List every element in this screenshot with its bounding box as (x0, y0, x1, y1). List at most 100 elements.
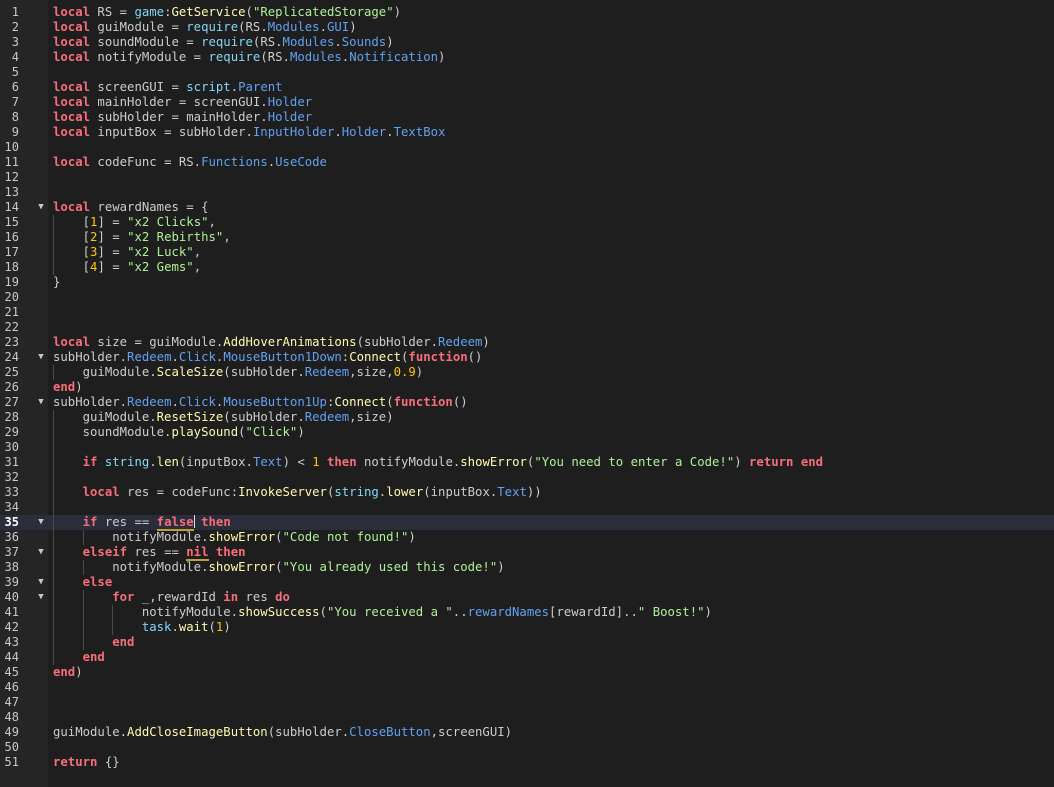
code-line-26[interactable]: 26 end) (0, 380, 1054, 395)
code-line-50[interactable]: 50 (0, 740, 1054, 755)
code-line-42[interactable]: 42 task.wait(1) (0, 620, 1054, 635)
code-line-1[interactable]: 1 local RS = game:GetService("ReplicatedS… (0, 5, 1054, 20)
code-line-39[interactable]: 39 ▼ else (0, 575, 1054, 590)
code-line-23[interactable]: 23 local size = guiModule.AddHoverAnimati… (0, 335, 1054, 350)
line-number: 27 (4, 395, 19, 409)
code-line-18[interactable]: 18 [4] = "x2 Gems", (0, 260, 1054, 275)
code-text: [4] = "x2 Gems", (53, 260, 202, 274)
line-number: 22 (4, 320, 19, 334)
indent-guide (82, 530, 84, 545)
code-line-49[interactable]: 49 guiModule.AddCloseImageButton(subHolde… (0, 725, 1054, 740)
code-line-12[interactable]: 12 (0, 170, 1054, 185)
fold-toggle-icon[interactable]: ▼ (36, 575, 46, 590)
code-line-37[interactable]: 37 ▼ elseif res == nil then (0, 545, 1054, 561)
code-line-46[interactable]: 46 (0, 680, 1054, 695)
code-text: local guiModule = require(RS.Modules.GUI… (53, 20, 357, 34)
code-line-28[interactable]: 28 guiModule.ResetSize(subHolder.Redeem,… (0, 410, 1054, 425)
code-line-2[interactable]: 2 local guiModule = require(RS.Modules.GU… (0, 20, 1054, 35)
code-text: guiModule.ScaleSize(subHolder.Redeem,siz… (53, 365, 424, 379)
code-line-17[interactable]: 17 [3] = "x2 Luck", (0, 245, 1054, 260)
code-text: if string.len(inputBox.Text) < 1 then no… (82, 455, 824, 469)
code-line-11[interactable]: 11 local codeFunc = RS.Functions.UseCode (0, 155, 1054, 170)
code-line-38[interactable]: 38 notifyModule.showError("You already u… (0, 560, 1054, 575)
code-line-40[interactable]: 40 ▼ for _,rewardId in res do (0, 590, 1054, 605)
line-number: 9 (11, 125, 19, 139)
code-line-35[interactable]: 35 ▼ if res == false then (0, 515, 1054, 531)
code-text: } (53, 275, 61, 289)
code-line-41[interactable]: 41 notifyModule.showSuccess("You receive… (0, 605, 1054, 620)
code-line-14[interactable]: 14 ▼ local rewardNames = { (0, 200, 1054, 215)
line-number: 13 (4, 185, 19, 199)
code-line-13[interactable]: 13 (0, 185, 1054, 200)
code-line-9[interactable]: 9 local inputBox = subHolder.InputHolder.… (0, 125, 1054, 140)
code-line-36[interactable]: 36 notifyModule.showError("Code not foun… (0, 530, 1054, 545)
line-number: 23 (4, 335, 19, 349)
indent-guide (112, 605, 114, 635)
code-line-51[interactable]: 51 return {} (0, 755, 1054, 770)
code-text: notifyModule.showSuccess("You received a… (53, 605, 712, 619)
text-cursor (193, 515, 195, 528)
code-text: [1] = "x2 Clicks", (53, 215, 216, 229)
line-number: 25 (4, 365, 19, 379)
line-number: 29 (4, 425, 19, 439)
code-line-33[interactable]: 33 local res = codeFunc:InvokeServer(str… (0, 485, 1054, 500)
line-number: 47 (4, 695, 19, 709)
code-text: task.wait(1) (141, 620, 231, 634)
code-line-29[interactable]: 29 soundModule.playSound("Click") (0, 425, 1054, 440)
line-number: 51 (4, 755, 19, 769)
fold-toggle-icon[interactable]: ▼ (36, 395, 46, 410)
line-number: 28 (4, 410, 19, 424)
line-number: 44 (4, 650, 19, 664)
line-number: 16 (4, 230, 19, 244)
code-text: local subHolder = mainHolder.Holder (53, 110, 313, 124)
code-line-4[interactable]: 4 local notifyModule = require(RS.Modules… (0, 50, 1054, 65)
fold-toggle-icon[interactable]: ▼ (36, 590, 46, 605)
fold-toggle-icon[interactable]: ▼ (36, 200, 46, 215)
code-line-24[interactable]: 24 ▼ subHolder.Redeem.Click.MouseButton1Do… (0, 350, 1054, 365)
code-text: if res == false then (82, 515, 231, 531)
code-line-27[interactable]: 27 ▼ subHolder.Redeem.Click.MouseButton1Up… (0, 395, 1054, 410)
code-text: local soundModule = require(RS.Modules.S… (53, 35, 394, 49)
code-text: local rewardNames = { (53, 200, 209, 214)
code-line-25[interactable]: 25 guiModule.ScaleSize(subHolder.Redeem,… (0, 365, 1054, 380)
code-line-47[interactable]: 47 (0, 695, 1054, 710)
indent-guide (53, 410, 54, 665)
fold-toggle-icon[interactable]: ▼ (36, 515, 46, 530)
line-number: 15 (4, 215, 19, 229)
line-number: 2 (11, 20, 19, 34)
line-number: 40 (4, 590, 19, 604)
code-line-7[interactable]: 7 local mainHolder = screenGUI.Holder (0, 95, 1054, 110)
code-line-15[interactable]: 15 [1] = "x2 Clicks", (0, 215, 1054, 230)
code-line-44[interactable]: 44 end (0, 650, 1054, 665)
code-editor[interactable]: 1 local RS = game:GetService("ReplicatedS… (0, 0, 1054, 787)
line-number: 1 (11, 5, 19, 19)
fold-toggle-icon[interactable]: ▼ (36, 545, 46, 560)
code-line-10[interactable]: 10 (0, 140, 1054, 155)
line-number: 41 (4, 605, 19, 619)
code-line-8[interactable]: 8 local subHolder = mainHolder.Holder (0, 110, 1054, 125)
code-text: notifyModule.showError("You already used… (53, 560, 505, 574)
code-line-5[interactable]: 5 (0, 65, 1054, 80)
code-line-19[interactable]: 19} (0, 275, 1054, 290)
code-text: end (112, 635, 135, 649)
code-line-32[interactable]: 32 (0, 470, 1054, 485)
code-line-48[interactable]: 48 (0, 710, 1054, 725)
indent-guide (53, 215, 54, 275)
code-line-3[interactable]: 3 local soundModule = require(RS.Modules.… (0, 35, 1054, 50)
code-text: return {} (53, 755, 120, 769)
code-line-34[interactable]: 34 (0, 500, 1054, 515)
code-line-20[interactable]: 20 (0, 290, 1054, 305)
fold-toggle-icon[interactable]: ▼ (36, 350, 46, 365)
code-line-22[interactable]: 22 (0, 320, 1054, 335)
code-text: soundModule.playSound("Click") (53, 425, 305, 439)
code-line-21[interactable]: 21 (0, 305, 1054, 320)
line-number: 24 (4, 350, 19, 364)
code-line-45[interactable]: 45 end) (0, 665, 1054, 680)
code-text: guiModule.ResetSize(subHolder.Redeem,siz… (53, 410, 394, 424)
code-line-43[interactable]: 43 end (0, 635, 1054, 650)
code-line-6[interactable]: 6 local screenGUI = script.Parent (0, 80, 1054, 95)
code-line-30[interactable]: 30 (0, 440, 1054, 455)
code-line-16[interactable]: 16 [2] = "x2 Rebirths", (0, 230, 1054, 245)
code-line-31[interactable]: 31 if string.len(inputBox.Text) < 1 then… (0, 455, 1054, 470)
line-number: 42 (4, 620, 19, 634)
